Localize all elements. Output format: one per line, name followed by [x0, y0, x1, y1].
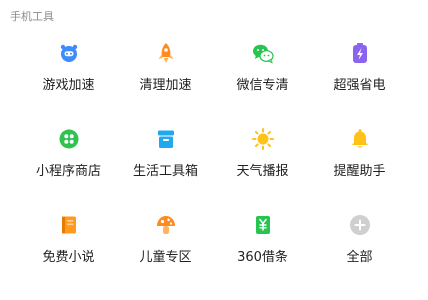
- section-title: 手机工具: [10, 10, 54, 23]
- battery-icon: [349, 42, 371, 64]
- book-icon: [58, 214, 80, 236]
- sun-icon: [251, 128, 274, 150]
- tool-label: 提醒助手: [333, 164, 386, 179]
- tool-label: 超强省电: [333, 78, 386, 93]
- bell-icon: [349, 128, 371, 150]
- tool-all[interactable]: 全部: [311, 214, 408, 300]
- tool-label: 清理加速: [139, 78, 192, 93]
- tool-kids-zone[interactable]: 儿童专区: [117, 214, 214, 300]
- tool-label: 生活工具箱: [132, 164, 198, 179]
- tool-label: 儿童专区: [139, 250, 192, 265]
- tool-label: 小程序商店: [35, 164, 101, 179]
- tool-wechat-clean[interactable]: 微信专清: [214, 42, 311, 128]
- toolbox-icon: [155, 128, 177, 150]
- tool-label: 免费小说: [42, 250, 95, 265]
- tool-label: 全部: [346, 250, 373, 265]
- tool-power-save[interactable]: 超强省电: [311, 42, 408, 128]
- tool-clean-boost[interactable]: 清理加速: [117, 42, 214, 128]
- plus-icon: [349, 214, 371, 236]
- tool-label: 微信专清: [236, 78, 289, 93]
- loan-note-icon: [252, 214, 274, 236]
- mushroom-icon: [155, 214, 177, 236]
- mini-program-icon: [58, 128, 80, 150]
- tool-label: 360借条: [237, 250, 288, 265]
- tool-life-toolbox[interactable]: 生活工具箱: [117, 128, 214, 214]
- tool-reminder-assistant[interactable]: 提醒助手: [311, 128, 408, 214]
- rocket-icon: [155, 42, 177, 64]
- tools-grid: 游戏加速 清理加速 微信专清 超强省电 小程序商店 生活工具箱 天气播报 提醒助…: [20, 42, 408, 300]
- tool-label: 游戏加速: [42, 78, 95, 93]
- tool-game-boost[interactable]: 游戏加速: [20, 42, 117, 128]
- gamepad-icon: [58, 42, 80, 64]
- tool-weather-report[interactable]: 天气播报: [214, 128, 311, 214]
- tool-mini-program-store[interactable]: 小程序商店: [20, 128, 117, 214]
- tool-label: 天气播报: [236, 164, 289, 179]
- tool-free-novel[interactable]: 免费小说: [20, 214, 117, 300]
- tool-360-loan[interactable]: 360借条: [214, 214, 311, 300]
- wechat-icon: [252, 42, 274, 64]
